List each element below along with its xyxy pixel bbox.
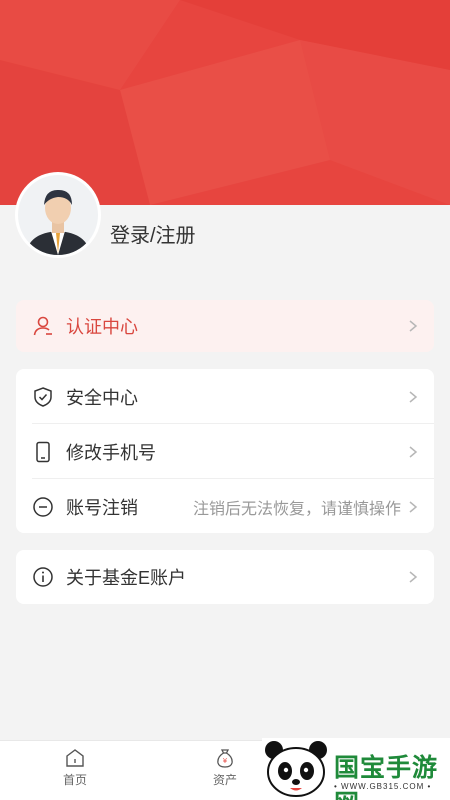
login-register-link[interactable]: 登录/注册 [110, 219, 196, 248]
watermark-name: 国宝手游网 [334, 754, 439, 800]
change-phone-row[interactable]: 修改手机号 [16, 424, 434, 479]
chevron-right-icon [409, 571, 418, 583]
user-outline-icon [33, 316, 52, 336]
shield-check-icon [34, 386, 52, 407]
about-label: 关于基金E账户 [66, 568, 187, 588]
minus-circle-icon [33, 496, 53, 517]
security-menu-card: 安全中心 修改手机号 账号注销 注销后无法恢复，请谨慎操作 [16, 369, 434, 533]
panda-logo-icon [265, 741, 327, 797]
tab-home[interactable]: 首页 [35, 741, 115, 800]
about-row[interactable]: 关于基金E账户 [16, 550, 434, 604]
tab-assets-label: 资产 [212, 773, 237, 787]
account-cancel-hint: 注销后无法恢复，请谨慎操作 [192, 500, 401, 518]
svg-text:¥: ¥ [223, 757, 228, 765]
security-center-row[interactable]: 安全中心 [16, 369, 434, 424]
avatar[interactable] [15, 172, 101, 258]
money-bag-icon: ¥ [217, 749, 233, 768]
change-phone-label: 修改手机号 [66, 442, 156, 463]
avatar-illustration [26, 189, 90, 255]
chevron-right-icon [409, 320, 418, 332]
watermark-url: • WWW.GB315.COM • [334, 782, 432, 791]
tab-assets[interactable]: ¥ 资产 [185, 741, 265, 800]
phone-icon [36, 441, 50, 462]
home-icon [66, 749, 84, 767]
watermark: 国宝手游网 • WWW.GB315.COM • [262, 738, 450, 800]
account-cancel-label: 账号注销 [66, 497, 138, 518]
certification-center-row[interactable]: 认证中心 [16, 300, 434, 352]
certification-center-label: 认证中心 [66, 317, 138, 337]
tab-home-label: 首页 [62, 773, 87, 787]
info-circle-icon [33, 567, 53, 587]
chevron-right-icon [409, 445, 418, 458]
security-center-label: 安全中心 [66, 387, 138, 408]
chevron-right-icon [409, 390, 418, 403]
chevron-right-icon [409, 500, 418, 513]
account-cancel-row[interactable]: 账号注销 注销后无法恢复，请谨慎操作 [16, 479, 434, 534]
